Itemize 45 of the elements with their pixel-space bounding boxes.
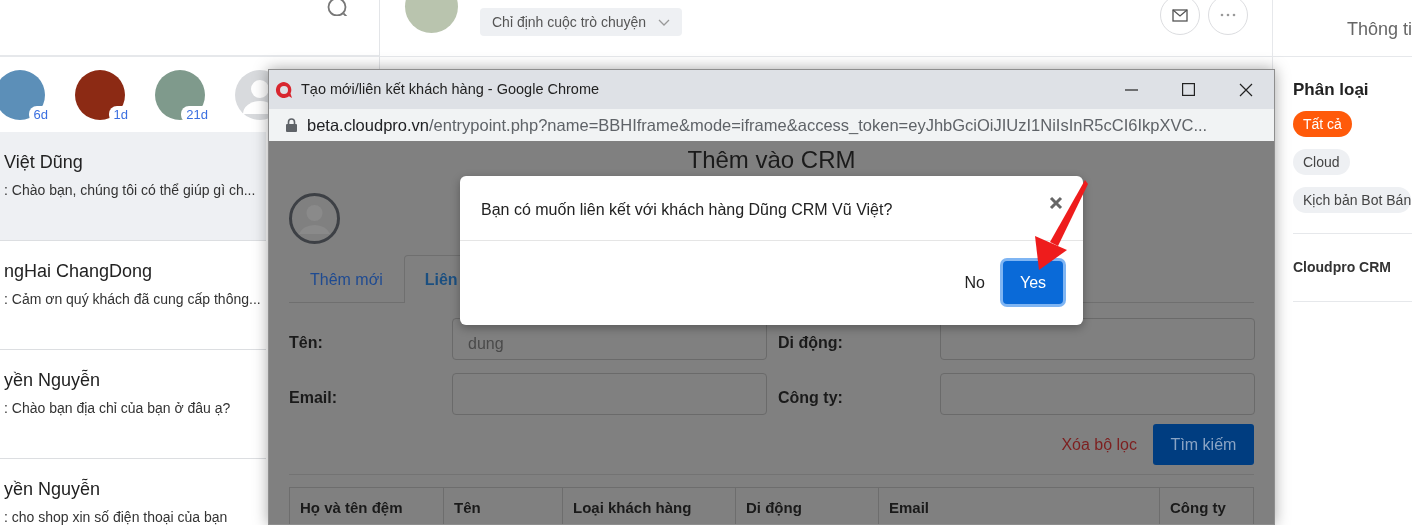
contact-name: yền Nguyễn (4, 368, 102, 392)
contact-name: yền Nguyễn (4, 477, 102, 501)
message-preview: : Chào bạn địa chỉ của bạn ở đâu ạ? (4, 399, 232, 418)
conversation-item[interactable]: yền Nguyễn : cho shop xin số điện thoại của bạn (0, 459, 266, 525)
app-logo-icon (275, 80, 293, 99)
column-header: Họ và tên đệm (290, 488, 444, 524)
dialog-message: Bạn có muốn liên kết với khách hàng Dũng CRM Vũ Việt? (481, 200, 893, 220)
conversation-item[interactable]: Việt Dũng : Chào bạn, chúng tôi có thể giúp gì ch... (0, 132, 266, 241)
filter-tag[interactable]: Cloud (1293, 148, 1350, 175)
cancel-button[interactable]: No (962, 261, 987, 304)
field-label: Tên: (289, 332, 324, 353)
filter-tag[interactable]: Kịch bản Bot Bán (1293, 186, 1412, 213)
user-avatar-icon (289, 193, 340, 244)
column-header: Tên (444, 488, 563, 524)
account-name: Cloudpro CRM (1293, 232, 1412, 302)
more-icon (1220, 13, 1236, 17)
contact-name: Việt Dũng (4, 151, 84, 174)
field-label: Di động: (778, 332, 844, 353)
conversation-item[interactable]: ngHai ChangDong : Cảm ơn quý khách đã cung cấp thông... (0, 241, 266, 350)
column-header: Loại khách hàng (563, 488, 736, 524)
chevron-down-icon (658, 18, 671, 26)
column-header: Email (879, 488, 1160, 524)
field-label: Email: (289, 387, 338, 408)
panel-title: Thông ti (1273, 0, 1412, 57)
close-icon (1238, 82, 1253, 97)
conversation-item[interactable]: yền Nguyễn : Chào bạn địa chỉ của bạn ở đâu ạ? (0, 350, 266, 459)
message-preview: : Chào bạn, chúng tôi có thể giúp gì ch... (4, 181, 257, 200)
mail-button[interactable] (1160, 0, 1200, 35)
lock-icon (286, 118, 297, 132)
contact-name: ngHai ChangDong (4, 260, 154, 283)
field-label: Công ty: (778, 387, 844, 408)
confirm-button[interactable]: Yes (1003, 261, 1063, 304)
mail-icon (1172, 8, 1188, 22)
maximize-icon (1182, 83, 1195, 96)
assign-dropdown[interactable]: Chỉ định cuộc trò chuyện (480, 8, 683, 36)
column-header: Di động (736, 488, 879, 524)
close-icon (1049, 195, 1063, 210)
column-header: Công ty (1169, 498, 1227, 518)
page-title: Thêm vào CRM (686, 145, 857, 173)
minimize-icon (1125, 88, 1138, 91)
message-preview: : Cảm ơn quý khách đã cung cấp thông... (4, 290, 262, 309)
search-button[interactable]: Tìm kiếm (1153, 424, 1254, 465)
message-preview: : cho shop xin số điện thoại của bạn (4, 508, 229, 525)
window-title: Tạo mới/liên kết khách hàng - Google Chrome (301, 79, 601, 99)
section-title: Phân loại (1293, 79, 1370, 101)
